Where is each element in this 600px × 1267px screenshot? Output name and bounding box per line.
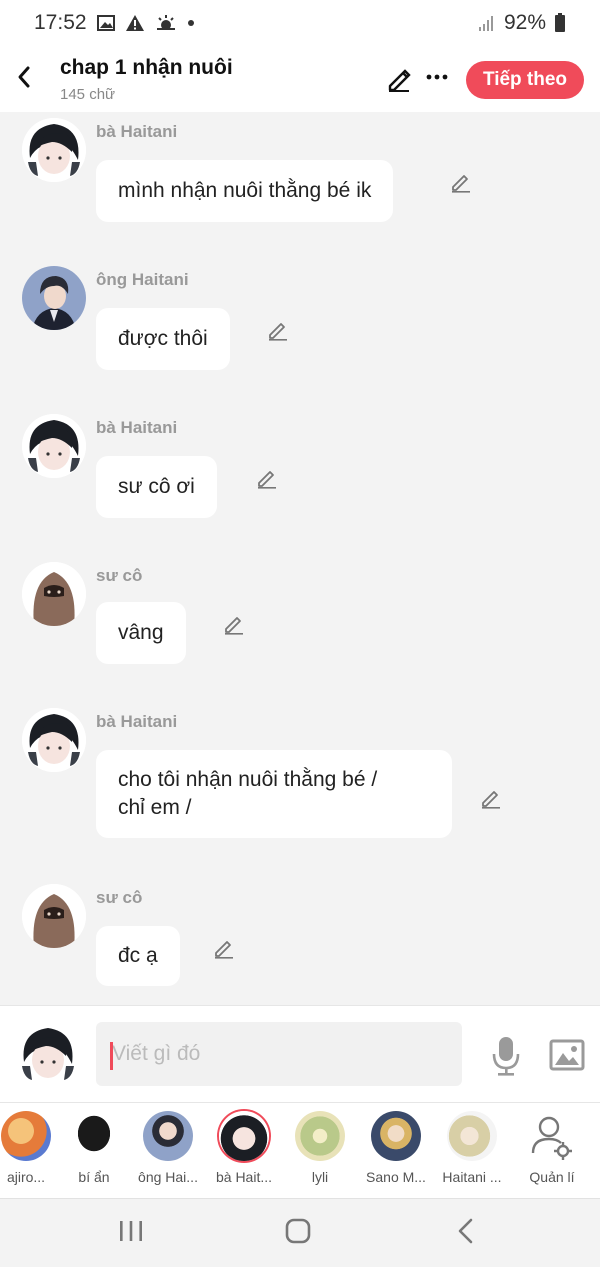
speaker-name: sư cô [96, 888, 143, 907]
avatar[interactable] [22, 884, 86, 948]
edit-pencil-icon[interactable] [386, 66, 412, 92]
system-navigation-bar [0, 1198, 600, 1267]
character-label: ông Hai... [138, 1169, 198, 1185]
edit-message-icon[interactable] [212, 936, 236, 960]
character-picker: ajiro... bí ẩn ông Hai... bà Hait... lyl… [0, 1102, 600, 1198]
status-time: 17:52 [34, 11, 87, 34]
avatar[interactable] [22, 266, 86, 330]
character-item[interactable]: ajiro... [0, 1111, 64, 1185]
text-caret [110, 1042, 113, 1070]
edit-message-icon[interactable] [222, 612, 246, 636]
message-bubble[interactable]: sư cô ơi [96, 456, 217, 518]
avatar[interactable] [22, 708, 86, 772]
character-item[interactable]: lyli [282, 1111, 358, 1185]
speaker-name: bà Haitani [96, 712, 178, 731]
character-item[interactable]: bà Hait... [206, 1111, 282, 1185]
character-item[interactable]: ông Hai... [130, 1111, 206, 1185]
message-bubble[interactable]: đc ạ [96, 926, 180, 986]
character-label: ajiro... [6, 1169, 46, 1185]
manage-characters-button[interactable]: Quản lí [514, 1111, 590, 1185]
character-label: bí ẩn [78, 1169, 110, 1185]
suit-man-avatar-icon [22, 266, 86, 330]
user-settings-icon [531, 1116, 572, 1160]
edit-message-icon[interactable] [449, 170, 473, 194]
speaker-name: bà Haitani [96, 418, 178, 437]
message-bubble[interactable]: vâng [96, 602, 186, 664]
black-curly-hair-avatar-icon [22, 118, 86, 182]
message-bubble[interactable]: cho tôi nhận nuôi thằng bé / chỉ em / [96, 750, 452, 838]
weather-icon [156, 15, 175, 30]
pale-blonde-avatar-icon [447, 1111, 497, 1161]
edit-message-icon[interactable] [479, 786, 503, 810]
character-item[interactable]: bí ẩn [56, 1111, 132, 1185]
back-arrow-icon[interactable] [12, 62, 36, 92]
character-item[interactable]: Haitani ... [434, 1111, 510, 1185]
speaker-name: sư cô [96, 566, 143, 585]
avatar[interactable] [22, 562, 86, 626]
character-label: Quản lí [529, 1169, 575, 1185]
home-icon[interactable] [284, 1217, 312, 1245]
edit-message-icon[interactable] [255, 466, 279, 490]
microphone-icon[interactable] [490, 1036, 522, 1076]
message-composer [0, 1005, 600, 1102]
battery-icon [555, 13, 565, 32]
title-block: chap 1 nhận nuôi 145 chữ [60, 56, 233, 103]
character-label: lyli [311, 1169, 329, 1185]
back-icon[interactable] [454, 1217, 478, 1245]
gallery-icon [96, 15, 115, 31]
signal-icon [478, 16, 493, 31]
character-item[interactable]: Sano M... [358, 1111, 434, 1185]
top-app-bar: chap 1 nhận nuôi 145 chữ Tiếp theo [0, 46, 600, 112]
image-icon[interactable] [549, 1039, 585, 1071]
character-label: Haitani ... [442, 1169, 502, 1185]
floral-avatar-icon [295, 1111, 345, 1161]
orange-hair-avatar-icon [1, 1111, 51, 1161]
more-options-icon[interactable] [426, 72, 448, 82]
black-curly-hair-avatar-icon [22, 708, 86, 772]
recent-apps-icon[interactable] [118, 1217, 144, 1245]
black-curly-hair-avatar-icon [219, 1111, 269, 1161]
battery-level: 92% [503, 11, 546, 34]
character-label: bà Hait... [215, 1169, 273, 1185]
current-speaker-avatar[interactable] [16, 1022, 80, 1086]
silhouette-avatar-icon [69, 1111, 119, 1161]
blonde-boy-avatar-icon [371, 1111, 421, 1161]
avatar[interactable] [22, 118, 86, 182]
speaker-name: ông Haitani [96, 270, 189, 289]
black-curly-hair-avatar-icon [16, 1022, 80, 1086]
edit-message-icon[interactable] [266, 318, 290, 342]
speaker-name: bà Haitani [96, 122, 178, 141]
message-bubble[interactable]: được thôi [96, 308, 230, 370]
character-label: Sano M... [366, 1169, 426, 1185]
dot-icon [187, 20, 194, 26]
veiled-woman-avatar-icon [22, 884, 86, 948]
avatar[interactable] [22, 414, 86, 478]
warning-icon [125, 15, 144, 31]
suit-man-avatar-icon [143, 1111, 193, 1161]
status-bar: 17:52 92% [0, 0, 600, 46]
next-button[interactable]: Tiếp theo [466, 61, 584, 99]
message-input[interactable] [96, 1022, 462, 1086]
chapter-title: chap 1 nhận nuôi [60, 56, 233, 79]
veiled-woman-avatar-icon [22, 562, 86, 626]
message-bubble[interactable]: mình nhận nuôi thằng bé ik [96, 160, 394, 222]
word-count: 145 chữ [60, 86, 116, 103]
black-curly-hair-avatar-icon [22, 414, 86, 478]
chat-list: bà Haitani mình nhận nuôi thằng bé ik ôn… [0, 112, 600, 1005]
